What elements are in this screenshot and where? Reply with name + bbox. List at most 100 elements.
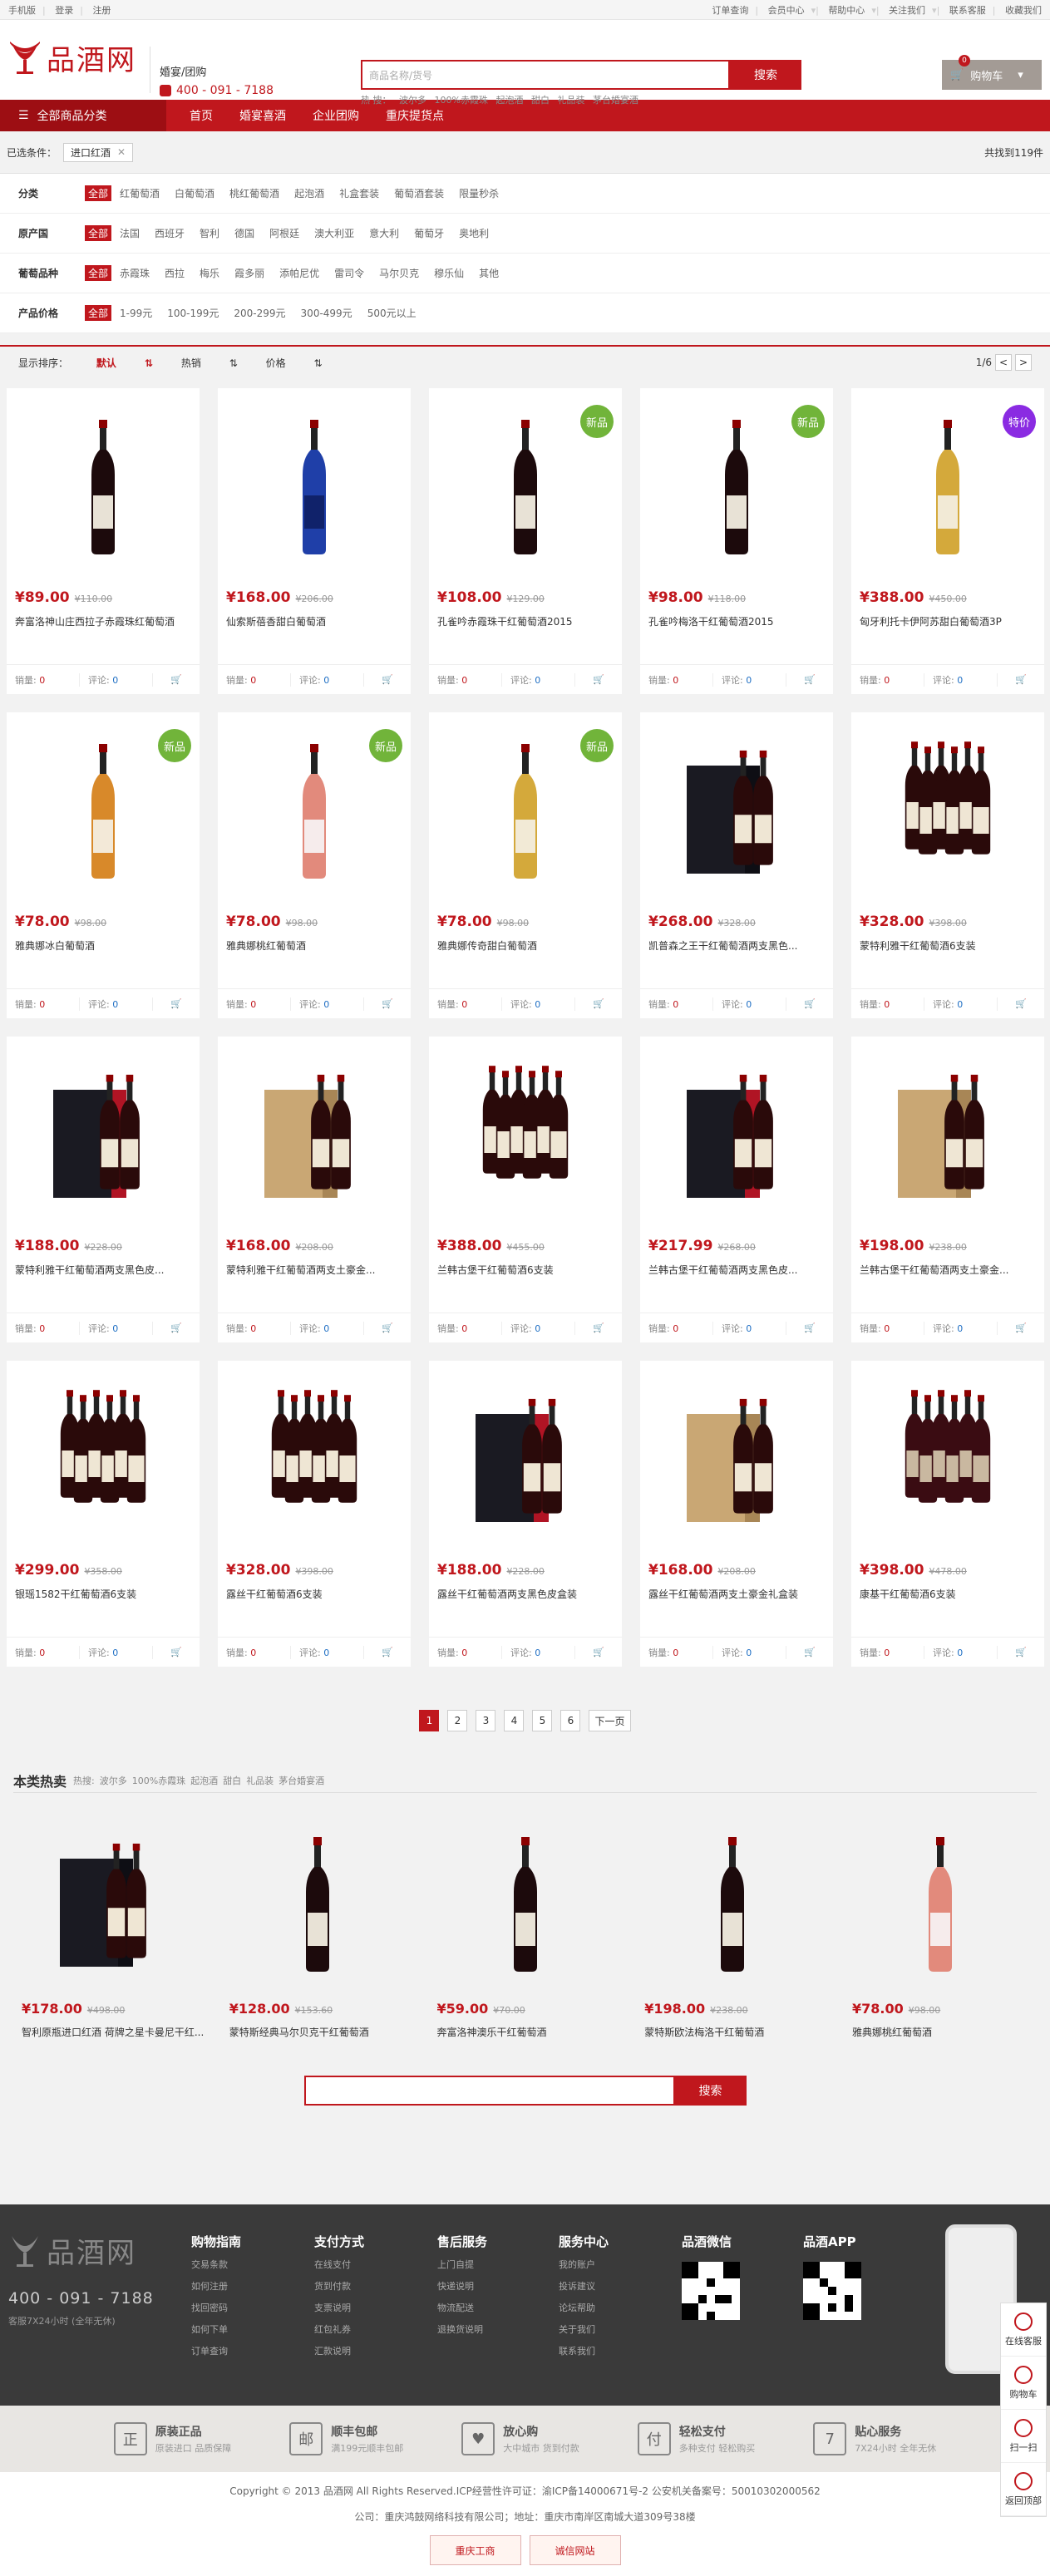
bottom-search-button[interactable]: 搜索 xyxy=(674,2076,747,2106)
filter-option[interactable]: 马尔贝克 xyxy=(379,266,419,280)
add-to-cart-icon[interactable]: 🛒 xyxy=(998,674,1044,685)
filter-option[interactable]: 添帕尼优 xyxy=(279,266,319,280)
add-to-cart-icon[interactable]: 🛒 xyxy=(786,674,833,685)
product-image[interactable] xyxy=(7,1361,200,1550)
product-image[interactable] xyxy=(640,1361,833,1550)
add-to-cart-icon[interactable]: 🛒 xyxy=(364,674,411,685)
product-name[interactable]: 蒙特利雅干红葡萄酒两支土豪金... xyxy=(218,1254,411,1277)
product-name[interactable]: 露丝干红葡萄酒两支黑色皮盒装 xyxy=(429,1579,622,1601)
add-to-cart-icon[interactable]: 🛒 xyxy=(575,674,622,685)
filter-option[interactable]: 全部 xyxy=(85,185,112,201)
hot-keyword[interactable]: 甜白 xyxy=(223,1774,241,1787)
product-name[interactable]: 智利原瓶进口红酒 荷牌之星卡曼尼干红... xyxy=(13,2017,206,2039)
product-name[interactable]: 露丝干红葡萄酒两支土豪金礼盒装 xyxy=(640,1579,833,1601)
product-image[interactable]: 新品 xyxy=(640,388,833,578)
hot-keyword[interactable]: 起泡酒 xyxy=(190,1774,218,1787)
filter-option[interactable]: 全部 xyxy=(85,305,112,321)
product-image[interactable]: 新品 xyxy=(218,712,411,902)
product-image[interactable] xyxy=(429,1037,622,1226)
footer-link[interactable]: 汇款说明 xyxy=(314,2341,364,2362)
footer-link[interactable]: 货到付款 xyxy=(314,2276,364,2298)
hot-keyword[interactable]: 100%赤霞珠 xyxy=(435,95,488,106)
product-image[interactable]: 特价 xyxy=(851,388,1044,578)
prev-page-button[interactable]: < xyxy=(995,354,1012,371)
product-card[interactable]: ¥198.00 ¥238.00 兰韩古堡干红葡萄酒两支土豪金... 销量: 0 评… xyxy=(851,1037,1044,1342)
filter-option[interactable]: 桃红葡萄酒 xyxy=(229,186,279,200)
filter-option[interactable]: 白葡萄酒 xyxy=(175,186,214,200)
next-page-link[interactable]: 下一页 xyxy=(589,1710,631,1731)
product-card[interactable]: 新品 ¥108.00 ¥129.00 孔雀吟赤霞珠干红葡萄酒2015 销量: 0 … xyxy=(429,388,622,694)
hot-keyword[interactable]: 波尔多 xyxy=(100,1774,127,1787)
filter-option[interactable]: 穆乐仙 xyxy=(434,266,464,280)
add-to-cart-icon[interactable]: 🛒 xyxy=(998,998,1044,1009)
filter-option[interactable]: 葡萄酒套装 xyxy=(394,186,444,200)
footer-link[interactable]: 红包礼券 xyxy=(314,2319,364,2341)
product-card[interactable]: ¥217.99 ¥268.00 兰韩古堡干红葡萄酒两支黑色皮... 销量: 0 评… xyxy=(640,1037,833,1342)
footer-link[interactable]: 如何下单 xyxy=(191,2319,241,2341)
filter-option[interactable]: 礼盒套装 xyxy=(339,186,379,200)
product-image[interactable] xyxy=(218,1037,411,1226)
gongshang-badge[interactable]: 重庆工商 xyxy=(429,2535,521,2565)
product-name[interactable]: 雅典娜传奇甜白葡萄酒 xyxy=(429,930,622,953)
cart-button[interactable]: 🛒 0 购物车 ▾ xyxy=(942,55,1042,90)
add-to-cart-icon[interactable]: 🛒 xyxy=(998,1647,1044,1657)
online-service-button[interactable]: 在线客服 xyxy=(1001,2303,1046,2357)
hot-product-card[interactable]: ¥128.00 ¥153.60 蒙特斯经典马尔贝克干红葡萄酒 xyxy=(221,1805,414,2046)
filter-option[interactable]: 奥地利 xyxy=(459,226,489,240)
product-card[interactable]: ¥168.00 ¥208.00 蒙特利雅干红葡萄酒两支土豪金... 销量: 0 评… xyxy=(218,1037,411,1342)
hot-keyword[interactable]: 甜白 xyxy=(531,95,550,106)
hot-keyword[interactable]: 礼品装 xyxy=(246,1774,274,1787)
add-to-cart-icon[interactable]: 🛒 xyxy=(575,1647,622,1657)
filter-option[interactable]: 全部 xyxy=(85,225,112,241)
filter-option[interactable]: 西拉 xyxy=(165,266,185,280)
product-name[interactable]: 奔富洛神山庄西拉子赤霞珠红葡萄酒 xyxy=(7,606,200,628)
product-card[interactable]: ¥168.00 ¥206.00 仙索斯蓓香甜白葡萄酒 销量: 0 评论: 0 🛒 xyxy=(218,388,411,694)
filter-option[interactable]: 全部 xyxy=(85,265,112,281)
search-input[interactable]: 商品名称/货号 xyxy=(361,60,730,90)
product-image[interactable] xyxy=(13,1805,206,1996)
register-link[interactable]: 注册 xyxy=(92,5,111,16)
filter-option[interactable]: 限量秒杀 xyxy=(459,186,499,200)
sort-price[interactable]: 价格 ⇅ xyxy=(266,357,323,369)
filter-option[interactable]: 梅乐 xyxy=(200,266,219,280)
sort-hot[interactable]: 热销 ⇅ xyxy=(181,357,238,369)
add-to-cart-icon[interactable]: 🛒 xyxy=(364,1647,411,1657)
product-card[interactable]: ¥89.00 ¥110.00 奔富洛神山庄西拉子赤霞珠红葡萄酒 销量: 0 评论:… xyxy=(7,388,200,694)
nav-item-pickup[interactable]: 重庆提货点 xyxy=(386,107,444,124)
order-query-link[interactable]: 订单查询 xyxy=(712,5,748,16)
product-name[interactable]: 蒙特利雅干红葡萄酒6支装 xyxy=(851,930,1044,953)
add-to-cart-icon[interactable]: 🛒 xyxy=(364,1322,411,1333)
product-name[interactable]: 银瑶1582干红葡萄酒6支装 xyxy=(7,1579,200,1601)
product-name[interactable]: 凯普森之王干红葡萄酒两支黑色... xyxy=(640,930,833,953)
add-to-cart-icon[interactable]: 🛒 xyxy=(153,1647,200,1657)
product-name[interactable]: 雅典娜桃红葡萄酒 xyxy=(844,2017,1037,2039)
product-name[interactable]: 蒙特斯欧法梅洛干红葡萄酒 xyxy=(636,2017,829,2039)
footer-link[interactable]: 我的账户 xyxy=(559,2254,609,2276)
filter-option[interactable]: 雷司令 xyxy=(334,266,364,280)
product-name[interactable]: 兰韩古堡干红葡萄酒6支装 xyxy=(429,1254,622,1277)
footer-link[interactable]: 上门自提 xyxy=(437,2254,487,2276)
filter-option[interactable]: 德国 xyxy=(234,226,254,240)
product-image[interactable]: 新品 xyxy=(429,712,622,902)
hot-product-card[interactable]: ¥198.00 ¥238.00 蒙特斯欧法梅洛干红葡萄酒 xyxy=(636,1805,829,2046)
all-categories-button[interactable]: ☰ 全部商品分类 xyxy=(0,100,166,131)
filter-option[interactable]: 200-299元 xyxy=(234,306,285,320)
filter-option[interactable]: 赤霞珠 xyxy=(120,266,150,280)
product-image[interactable]: 新品 xyxy=(7,712,200,902)
close-icon[interactable]: ✕ xyxy=(117,146,126,158)
contact-service-link[interactable]: 联系客服 xyxy=(949,5,986,16)
filter-option[interactable]: 起泡酒 xyxy=(294,186,324,200)
footer-link[interactable]: 退换货说明 xyxy=(437,2319,487,2341)
sort-default[interactable]: 默认 ⇅ xyxy=(96,357,153,369)
filter-option[interactable]: 红葡萄酒 xyxy=(120,186,160,200)
help-center-link[interactable]: 帮助中心 xyxy=(828,5,865,16)
page-button[interactable]: 6 xyxy=(560,1710,581,1731)
nav-item-home[interactable]: 首页 xyxy=(190,107,213,124)
product-name[interactable]: 雅典娜冰白葡萄酒 xyxy=(7,930,200,953)
login-link[interactable]: 登录 xyxy=(55,5,73,16)
product-name[interactable]: 孔雀吟梅洛干红葡萄酒2015 xyxy=(640,606,833,628)
hot-keyword[interactable]: 礼品装 xyxy=(557,95,584,106)
hot-product-card[interactable]: ¥78.00 ¥98.00 雅典娜桃红葡萄酒 xyxy=(844,1805,1037,2046)
add-to-cart-icon[interactable]: 🛒 xyxy=(153,998,200,1009)
filter-option[interactable]: 澳大利亚 xyxy=(314,226,354,240)
